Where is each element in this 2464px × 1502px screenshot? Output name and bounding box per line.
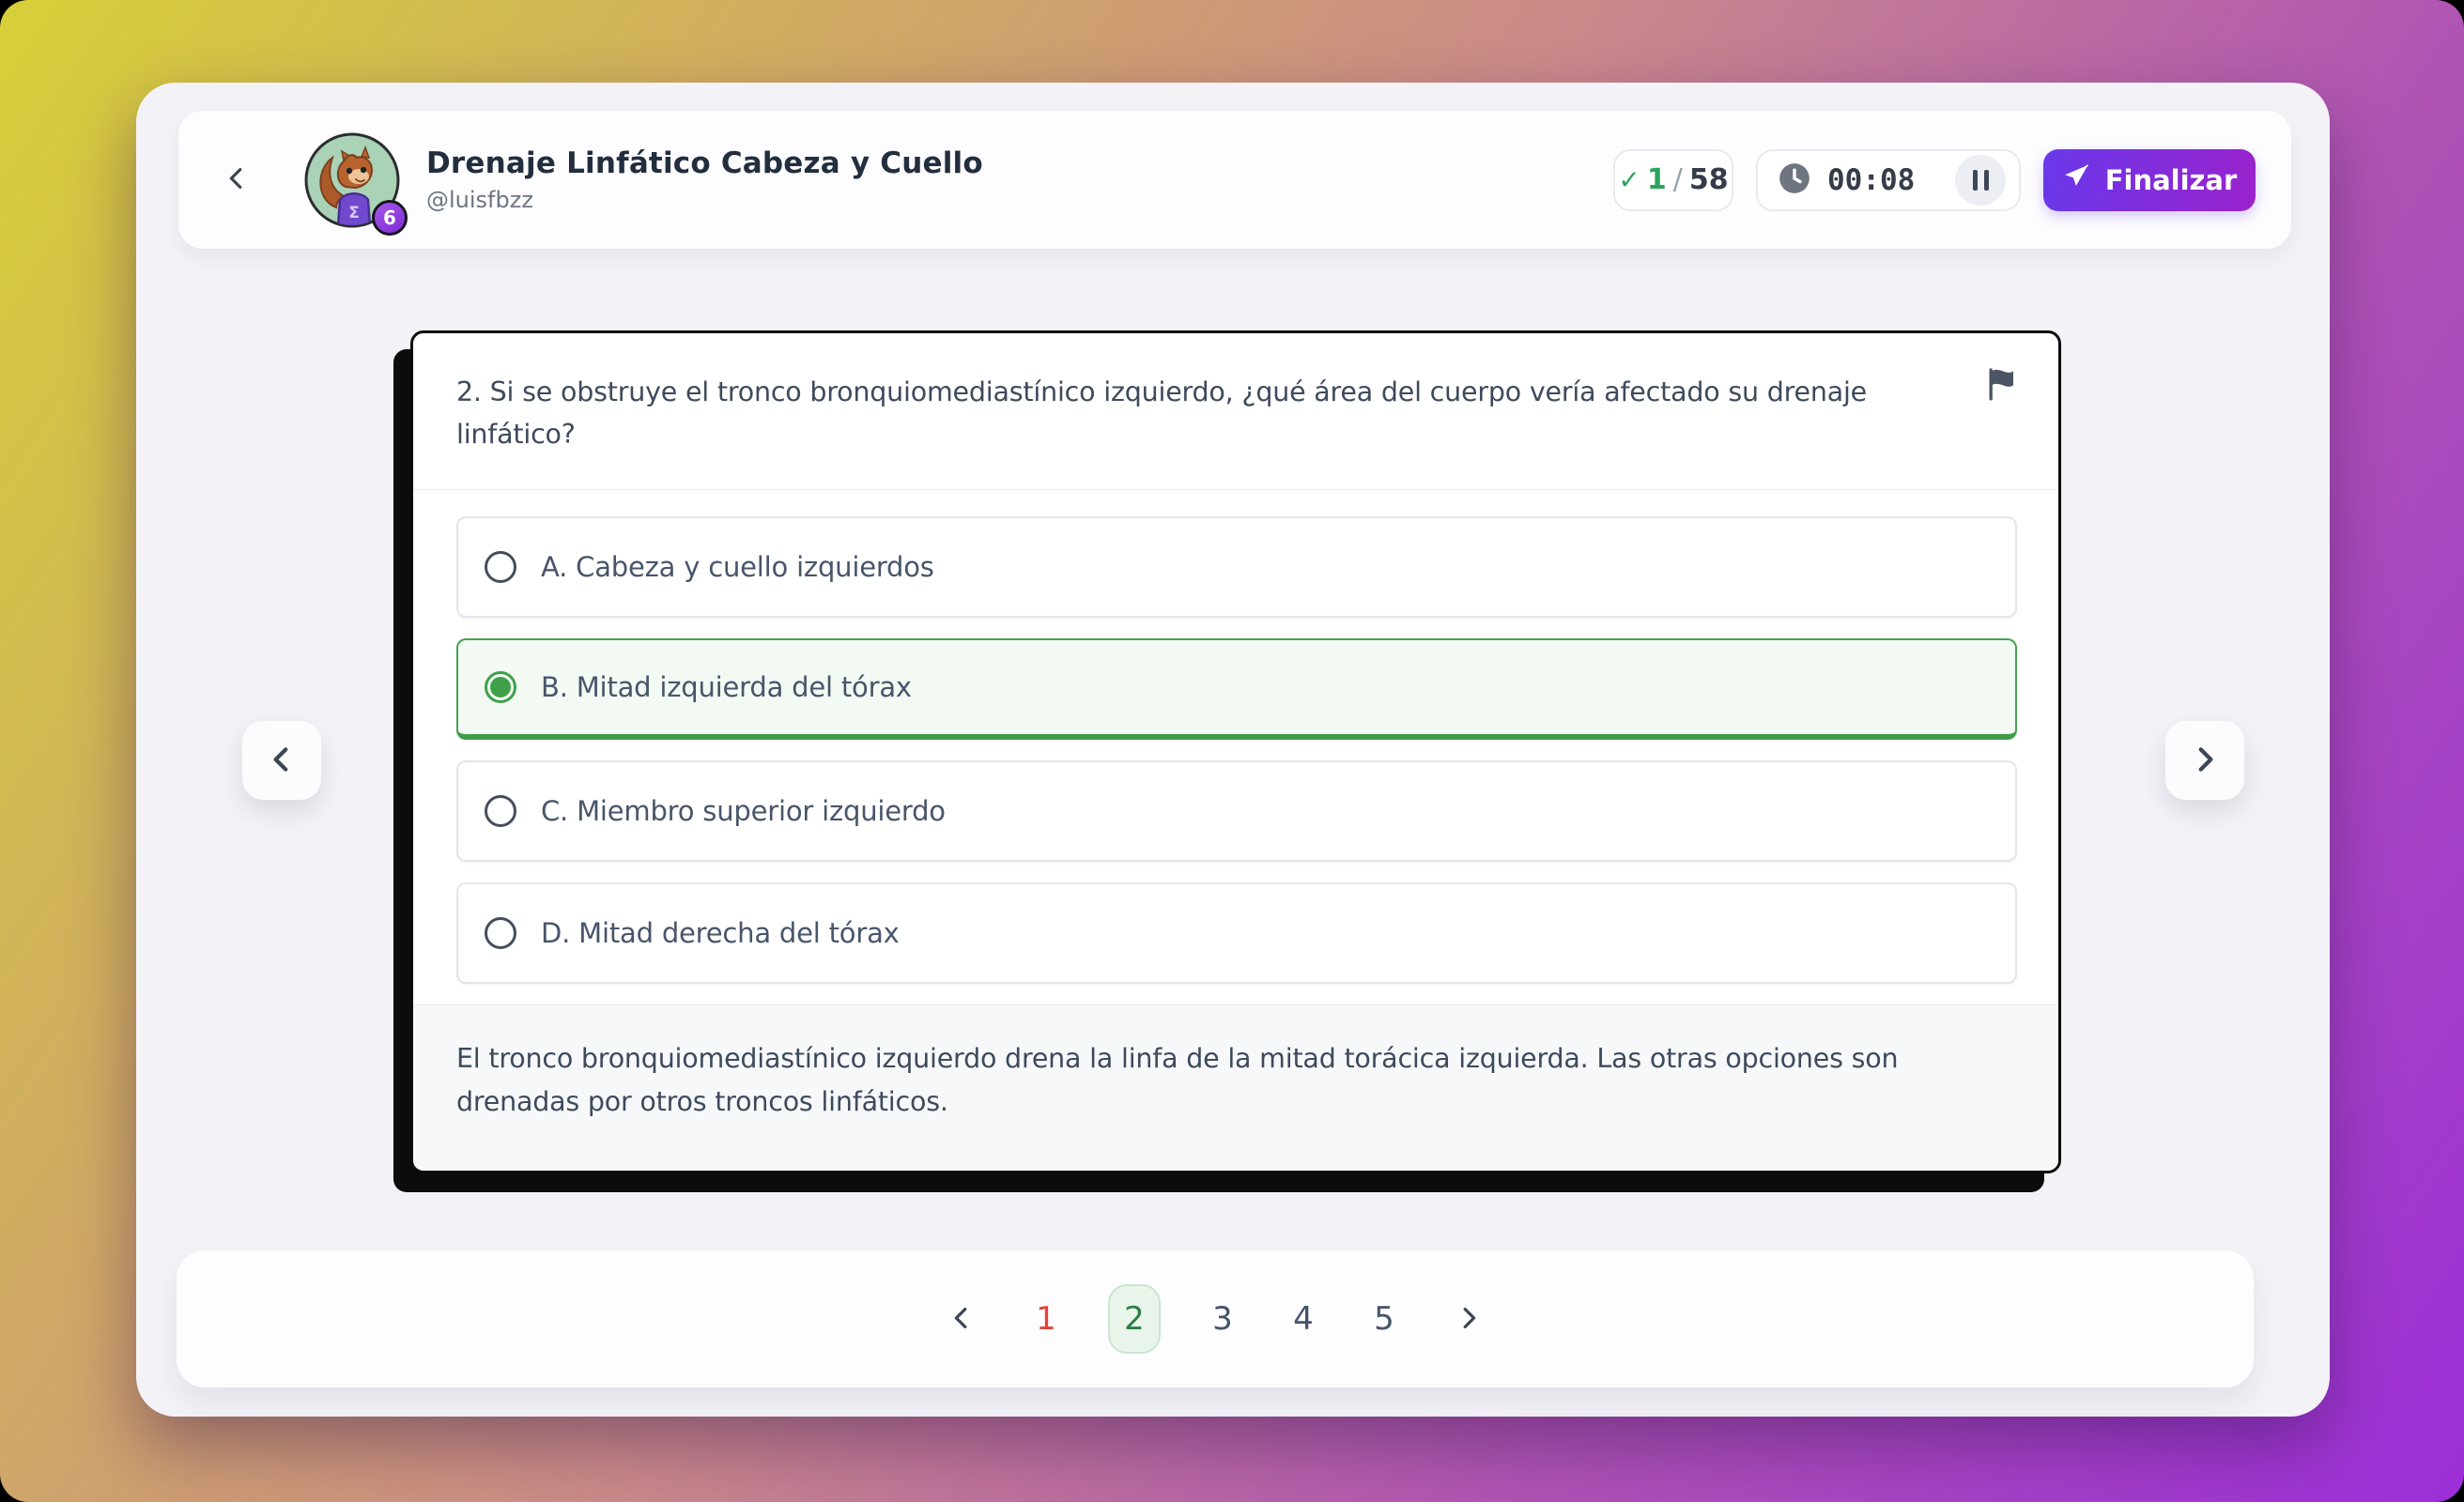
chevron-left-icon [266,743,298,778]
radio-selected-icon[interactable] [485,671,516,703]
option-label: A. Cabeza y cuello izquierdos [541,551,934,583]
header-titles: Drenaje Linfático Cabeza y Cuello @luisf… [426,146,983,213]
option-d[interactable]: D. Mitad derecha del tórax [456,882,2017,984]
explanation-text: El tronco bronquiomediastínico izquierdo… [456,1037,2015,1124]
option-b[interactable]: B. Mitad izquierda del tórax [456,638,2017,740]
clock-icon [1777,161,1812,200]
question-card: 2. Si se obstruye el tronco bronquiomedi… [410,330,2061,1173]
page-5-button[interactable]: 5 [1365,1299,1403,1339]
progress-pill: ✓ 1 / 58 [1613,149,1733,211]
pagination-bar: 1 2 3 4 5 [177,1250,2254,1387]
page-1-button[interactable]: 1 [1027,1299,1065,1339]
pause-button[interactable] [1955,155,2006,206]
options-list: A. Cabeza y cuello izquierdos B. Mitad i… [413,490,2058,984]
header-bar: Σ 6 Drenaje Linfático Cabeza y Cuello @l… [178,111,2291,249]
option-a[interactable]: A. Cabeza y cuello izquierdos [456,516,2017,618]
option-label: C. Miembro superior izquierdo [541,795,946,827]
quiz-window: Σ 6 Drenaje Linfático Cabeza y Cuello @l… [136,83,2330,1417]
progress-separator: / [1673,163,1683,196]
check-icon: ✓ [1618,167,1640,193]
avatar[interactable]: Σ 6 [304,132,400,228]
finish-label: Finalizar [2105,164,2238,196]
app-background: Σ 6 Drenaje Linfático Cabeza y Cuello @l… [0,0,2464,1502]
flag-icon [1982,365,2020,406]
previous-question-button[interactable] [242,721,321,800]
level-badge: 6 [372,200,408,236]
timer-pill: 00:08 [1756,149,2021,211]
header-actions: ✓ 1 / 58 00:08 [1613,149,2256,211]
radio-unselected-icon[interactable] [485,551,516,583]
page-2-button-current[interactable]: 2 [1108,1284,1161,1354]
option-label: B. Mitad izquierda del tórax [541,671,912,703]
page-3-button[interactable]: 3 [1204,1299,1241,1339]
chevron-right-icon [1455,1304,1483,1335]
explanation-panel: El tronco bronquiomediastínico izquierdo… [413,1004,2058,1171]
next-question-button[interactable] [2165,721,2244,800]
timer-value: 00:08 [1827,163,1915,197]
chevron-right-icon [2189,743,2221,778]
option-c[interactable]: C. Miembro superior izquierdo [456,760,2017,862]
chevron-left-icon [947,1304,976,1335]
flag-question-button[interactable] [1979,363,2023,406]
svg-text:Σ: Σ [348,204,360,222]
question-text: 2. Si se obstruye el tronco bronquiomedi… [456,371,1917,455]
chevron-left-icon [223,164,251,195]
back-button[interactable] [218,152,255,208]
pause-icon [1973,170,1978,191]
option-label: D. Mitad derecha del tórax [541,917,900,949]
send-icon [2062,162,2090,197]
progress-total: 58 [1689,163,1729,196]
pagination-next-button[interactable] [1446,1291,1491,1347]
quiz-title: Drenaje Linfático Cabeza y Cuello [426,146,983,180]
question-header: 2. Si se obstruye el tronco bronquiomedi… [413,333,2058,490]
finish-button[interactable]: Finalizar [2043,149,2256,211]
pagination-previous-button[interactable] [939,1291,984,1347]
author-username: @luisfbzz [426,187,983,213]
progress-current: 1 [1647,163,1667,196]
page-4-button[interactable]: 4 [1285,1299,1322,1339]
radio-unselected-icon[interactable] [485,917,516,949]
radio-unselected-icon[interactable] [485,795,516,827]
